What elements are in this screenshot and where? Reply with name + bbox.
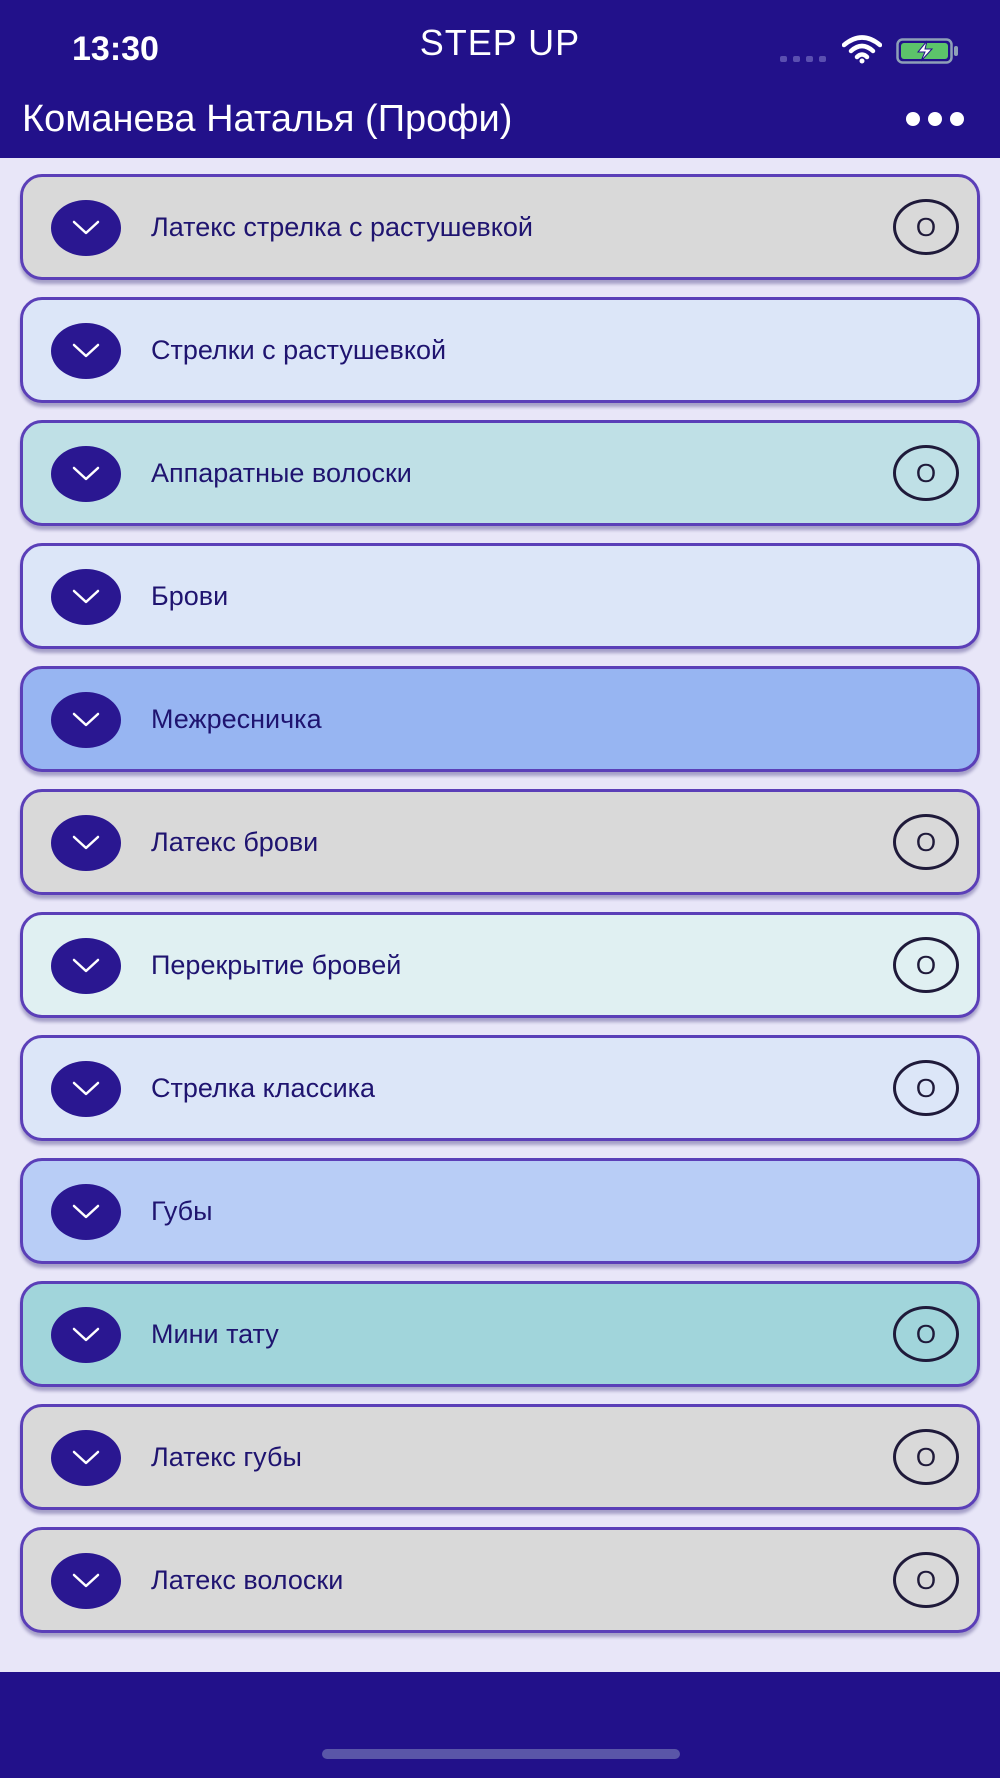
list-item-label: Аппаратные волоски bbox=[151, 458, 412, 488]
chevron-down-icon bbox=[72, 466, 100, 481]
status-badge[interactable]: О bbox=[893, 199, 959, 255]
list-item-label: Латекс волоски bbox=[151, 1565, 344, 1595]
wifi-icon bbox=[842, 35, 882, 64]
chevron-down-icon bbox=[72, 589, 100, 604]
status-badge[interactable]: О bbox=[893, 445, 959, 501]
list-item[interactable]: Латекс стрелка с растушевкой О bbox=[20, 174, 980, 280]
list-item-label: Перекрытие бровей bbox=[151, 950, 402, 980]
list-item-label: Стрелка классика bbox=[151, 1073, 376, 1103]
more-dots-icon bbox=[906, 112, 920, 126]
status-icons bbox=[780, 34, 960, 66]
list-item[interactable]: Латекс губы О bbox=[20, 1404, 980, 1510]
expand-button[interactable] bbox=[51, 1553, 121, 1609]
list-item[interactable]: Стрелки с растушевкой bbox=[20, 297, 980, 403]
more-dots-icon bbox=[950, 112, 964, 126]
chevron-down-icon bbox=[72, 1081, 100, 1096]
expand-button[interactable] bbox=[51, 323, 121, 379]
chevron-down-icon bbox=[72, 835, 100, 850]
list-item[interactable]: Латекс волоски О bbox=[20, 1527, 980, 1633]
expand-button[interactable] bbox=[51, 815, 121, 871]
list-item-label: Латекс стрелка с растушевкой bbox=[151, 212, 533, 242]
list-item-label: Стрелки с растушевкой bbox=[151, 335, 447, 365]
list-item[interactable]: Перекрытие бровей О bbox=[20, 912, 980, 1018]
expand-button[interactable] bbox=[51, 1307, 121, 1363]
expand-button[interactable] bbox=[51, 200, 121, 256]
status-badge[interactable]: О bbox=[893, 1306, 959, 1362]
chevron-down-icon bbox=[72, 343, 100, 358]
list-item-label: Латекс губы bbox=[151, 1442, 302, 1472]
status-badge[interactable]: О bbox=[893, 1429, 959, 1485]
cellular-signal-icon bbox=[780, 56, 828, 62]
list-item[interactable]: Мини тату О bbox=[20, 1281, 980, 1387]
chevron-down-icon bbox=[72, 1327, 100, 1342]
list-item-label: Межресничка bbox=[151, 704, 322, 734]
chevron-down-icon bbox=[72, 958, 100, 973]
expand-button[interactable] bbox=[51, 1184, 121, 1240]
list-item[interactable]: Стрелка классика О bbox=[20, 1035, 980, 1141]
list-item[interactable]: Брови bbox=[20, 543, 980, 649]
status-badge[interactable]: О bbox=[893, 814, 959, 870]
status-badge[interactable]: О bbox=[893, 1060, 959, 1116]
status-badge[interactable]: О bbox=[893, 1552, 959, 1608]
bottom-bar bbox=[0, 1672, 1000, 1778]
list-item[interactable]: Межресничка bbox=[20, 666, 980, 772]
more-options-button[interactable] bbox=[906, 108, 964, 132]
list-item[interactable]: Аппаратные волоски О bbox=[20, 420, 980, 526]
battery-charging-icon bbox=[896, 38, 958, 64]
page-title: Команева Наталья (Профи) bbox=[22, 98, 513, 140]
home-indicator[interactable] bbox=[322, 1749, 680, 1759]
expand-button[interactable] bbox=[51, 569, 121, 625]
more-dots-icon bbox=[928, 112, 942, 126]
expand-button[interactable] bbox=[51, 446, 121, 502]
expand-button[interactable] bbox=[51, 692, 121, 748]
expand-button[interactable] bbox=[51, 938, 121, 994]
chevron-down-icon bbox=[72, 1573, 100, 1588]
expand-button[interactable] bbox=[51, 1061, 121, 1117]
status-badge[interactable]: О bbox=[893, 937, 959, 993]
list-item[interactable]: Губы bbox=[20, 1158, 980, 1264]
list-item-label: Брови bbox=[151, 581, 229, 611]
chevron-down-icon bbox=[72, 1204, 100, 1219]
top-bar: 13:30 STEP UP Команева Наталья (Профи) bbox=[0, 0, 1000, 158]
chevron-down-icon bbox=[72, 220, 100, 235]
list-item[interactable]: Латекс брови О bbox=[20, 789, 980, 895]
chevron-down-icon bbox=[72, 712, 100, 727]
list-item-label: Губы bbox=[151, 1196, 213, 1226]
service-list: Латекс стрелка с растушевкой О Стрелки с р… bbox=[20, 174, 980, 1650]
list-item-label: Мини тату bbox=[151, 1319, 279, 1349]
chevron-down-icon bbox=[72, 1450, 100, 1465]
list-item-label: Латекс брови bbox=[151, 827, 319, 857]
expand-button[interactable] bbox=[51, 1430, 121, 1486]
